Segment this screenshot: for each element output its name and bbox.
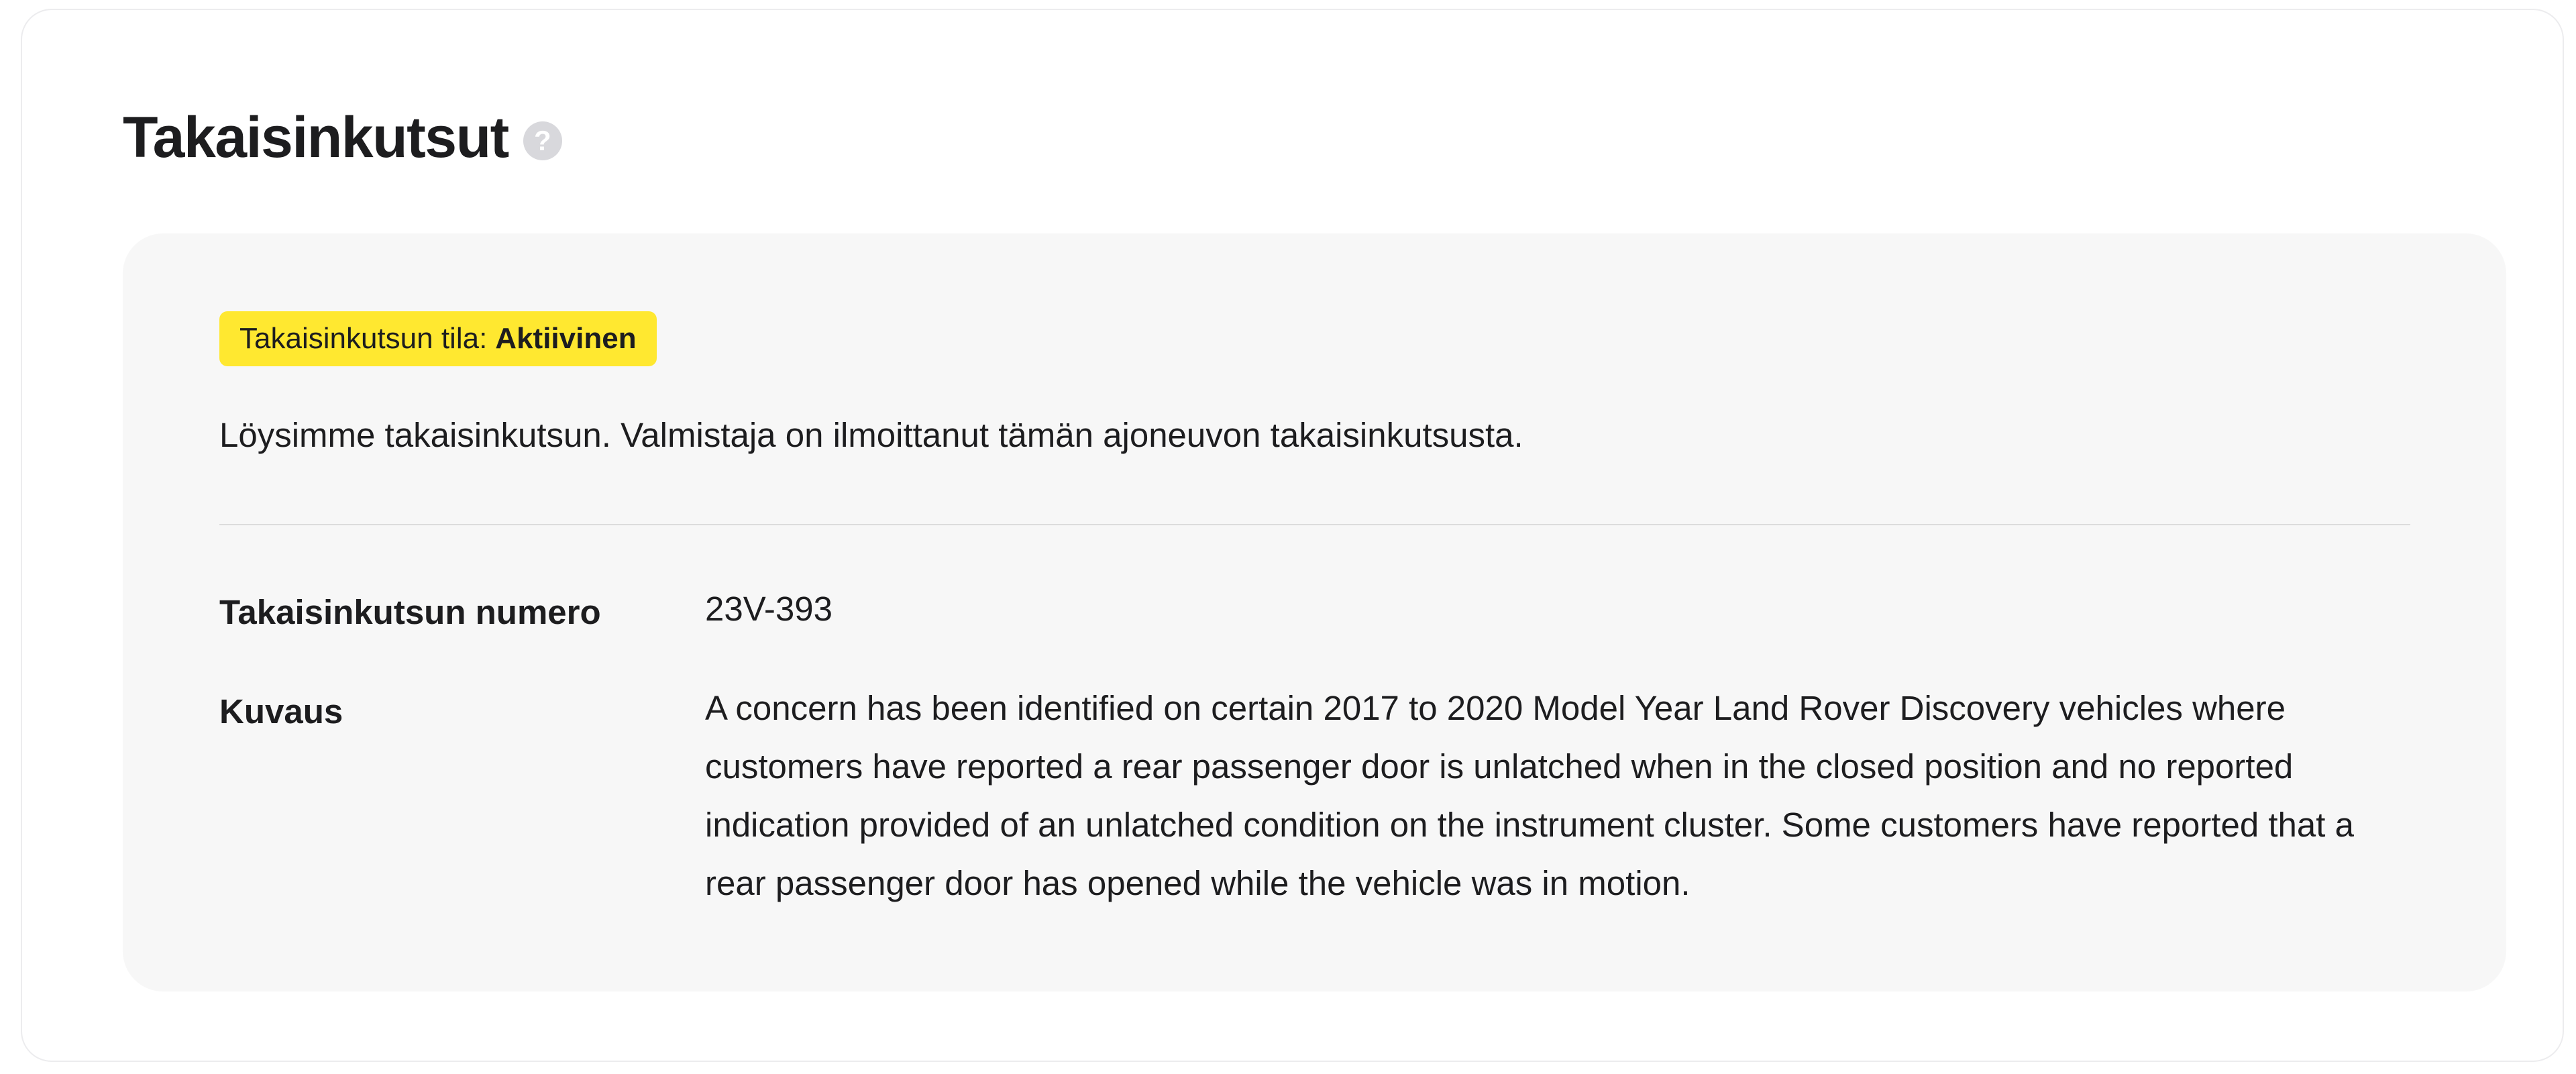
status-value: Aktiivinen [495,322,637,355]
recalls-card: Takaisinkutsut ? Takaisinkutsun tila: Ak… [21,9,2564,1062]
question-circle-icon[interactable]: ? [523,121,562,160]
detail-value: A concern has been identified on certain… [705,689,2354,902]
recall-intro-text: Löysimme takaisinkutsun. Valmistaja on i… [219,416,1523,454]
title-row: Takaisinkutsut ? [123,104,562,171]
page-title: Takaisinkutsut [123,105,509,170]
status-badge: Takaisinkutsun tila: Aktiivinen [219,311,657,366]
detail-label: Takaisinkutsun numero [219,593,601,631]
detail-value: 23V-393 [705,590,833,628]
detail-label: Kuvaus [219,692,343,731]
recall-panel: Takaisinkutsun tila: Aktiivinen Löysimme… [123,233,2506,991]
divider [219,524,2410,525]
status-label: Takaisinkutsun tila: [239,322,488,355]
